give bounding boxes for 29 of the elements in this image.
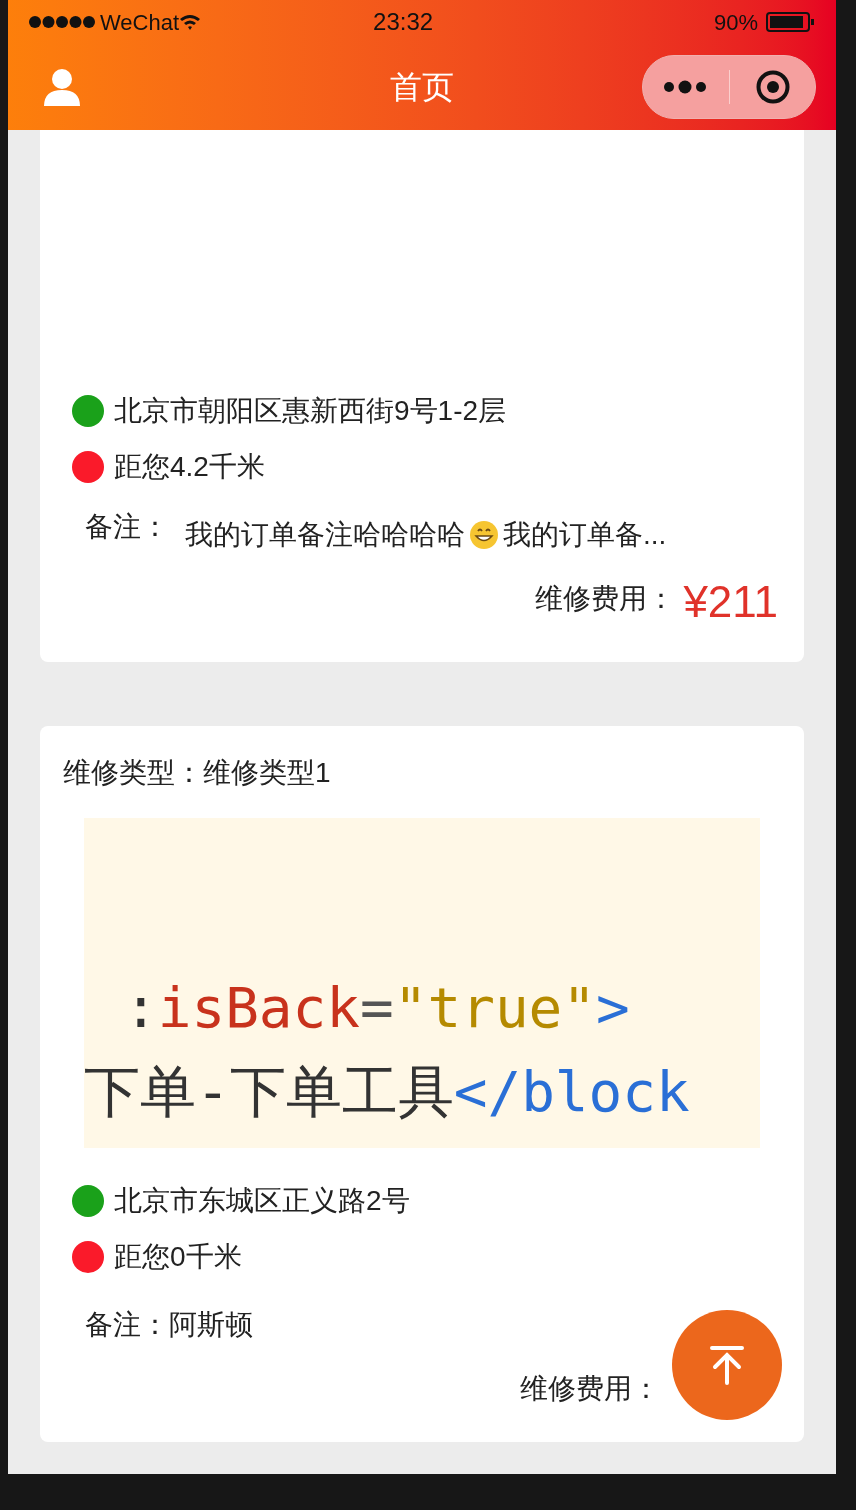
fee-amount: ¥211	[683, 580, 778, 624]
arrow-up-icon	[709, 1345, 745, 1385]
battery-text: 90%	[713, 8, 758, 37]
wifi-icon	[179, 13, 202, 31]
fee-label: 维修费用：	[520, 1372, 660, 1406]
note-text: 我的订单备注哈哈哈哈	[185, 518, 465, 552]
signal-icon	[28, 15, 96, 29]
more-icon[interactable]	[663, 80, 707, 94]
repair-type-value: 维修类型1	[203, 756, 331, 790]
clock-text: 23:32	[373, 7, 434, 37]
close-target-icon[interactable]	[756, 70, 790, 104]
code-line: 下单-下单工具</block	[84, 1058, 691, 1126]
address-text: 北京市东城区正义路2号	[114, 1184, 410, 1218]
fee-label: 维修费用：	[535, 582, 676, 616]
carrier-text: WeChat	[100, 8, 180, 37]
code-line: :isBack="true">	[123, 974, 631, 1042]
note-label: 备注：	[85, 510, 169, 544]
smiley-icon	[469, 520, 499, 550]
repair-type-label: 维修类型：	[63, 756, 203, 790]
note-label: 备注：	[85, 1308, 169, 1342]
distance-text: 距您0千米	[114, 1240, 242, 1274]
battery-icon	[766, 12, 816, 32]
address-text: 北京市朝阳区惠新西街9号1-2层	[114, 394, 507, 428]
page-title: 首页	[390, 68, 454, 107]
order-card[interactable]: 维修类型：维修类型1 :isBack="true"> 下单-下单工具</block 北京市东城区正义路2号 距您0千米 备注：阿斯顿 维修费用：	[40, 726, 804, 1442]
note-text: 我的订单备...	[503, 518, 667, 552]
note-text: 阿斯顿	[169, 1308, 253, 1342]
user-icon[interactable]	[44, 68, 80, 106]
distance-text: 距您4.2千米	[114, 450, 265, 484]
